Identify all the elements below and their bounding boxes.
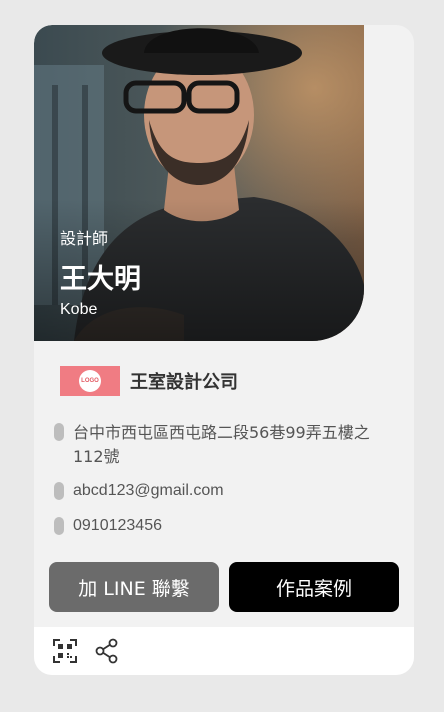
qr-code-icon[interactable] <box>52 638 78 664</box>
address-row: 台中市西屯區西屯路二段56巷99弄五樓之112號 <box>54 421 399 469</box>
english-name: Kobe <box>60 301 98 318</box>
add-line-button[interactable]: 加 LINE 聯繫 <box>49 562 219 612</box>
share-icon[interactable] <box>94 638 120 664</box>
portfolio-button[interactable]: 作品案例 <box>229 562 399 612</box>
profile-photo: 設計師 王大明 Kobe <box>34 25 364 341</box>
phone-text[interactable]: 0910123456 <box>73 514 162 538</box>
company-name: 王室設計公司 <box>130 372 238 393</box>
email-row[interactable]: abcd123@gmail.com <box>54 479 399 503</box>
company-logo: LOGO <box>60 366 120 396</box>
card-footer <box>34 627 414 675</box>
business-card: 設計師 王大明 Kobe LOGO 王室設計公司 台中市西屯區西屯路二段56巷9… <box>34 25 414 675</box>
address-icon <box>54 423 64 441</box>
address-text: 台中市西屯區西屯路二段56巷99弄五樓之112號 <box>73 423 370 466</box>
logo-text: LOGO <box>79 370 101 392</box>
job-title: 設計師 <box>60 229 109 248</box>
company-row: LOGO 王室設計公司 <box>60 364 238 398</box>
phone-icon <box>54 517 64 535</box>
email-icon <box>54 482 64 500</box>
email-text[interactable]: abcd123@gmail.com <box>73 479 224 503</box>
person-name: 王大明 <box>60 264 141 295</box>
phone-row[interactable]: 0910123456 <box>54 514 399 538</box>
